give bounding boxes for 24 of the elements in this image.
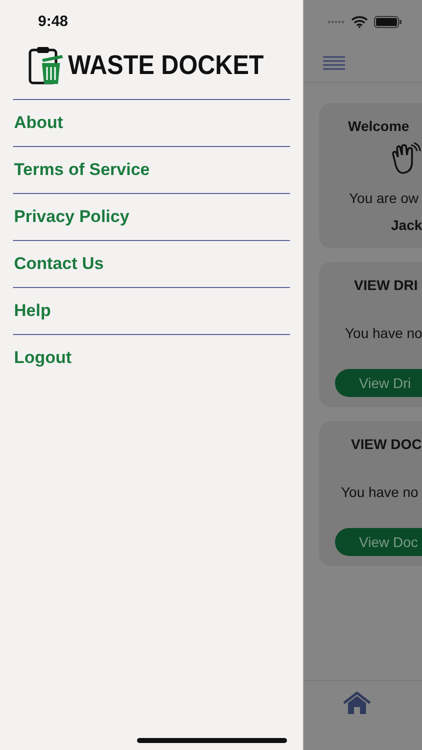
drawer-menu-item[interactable]: Privacy Policy xyxy=(13,194,290,241)
view-button[interactable]: View Doc xyxy=(335,528,422,556)
home-icon[interactable] xyxy=(342,691,372,715)
card-title: VIEW DOC xyxy=(351,436,422,452)
waving-hand-icon xyxy=(389,142,422,176)
wifi-icon xyxy=(351,16,368,28)
menu-icon[interactable] xyxy=(323,56,345,70)
card-message: You have no xyxy=(345,325,422,341)
ownership-text: You are ow xyxy=(349,190,419,206)
drawer-menu-item[interactable]: Logout xyxy=(13,335,290,381)
status-time: 9:48 xyxy=(37,12,70,31)
app-logo-text: WASTE DOCKET xyxy=(68,50,264,80)
clipboard-bin-icon xyxy=(28,45,64,85)
user-name: Jack xyxy=(391,217,422,233)
welcome-title: Welcome xyxy=(348,118,410,134)
view-button[interactable]: View Dri xyxy=(335,369,422,397)
card-title: VIEW DRI xyxy=(354,277,418,293)
drawer-menu-item[interactable]: Contact Us xyxy=(13,241,290,288)
card-message: You have no xyxy=(341,484,418,500)
drawer-menu-item[interactable]: Terms of Service xyxy=(13,147,290,194)
drawer-menu-item[interactable]: About xyxy=(13,100,290,147)
signal-icon xyxy=(327,20,345,24)
battery-icon xyxy=(374,16,402,28)
drawer-menu-item[interactable]: Help xyxy=(13,288,290,335)
